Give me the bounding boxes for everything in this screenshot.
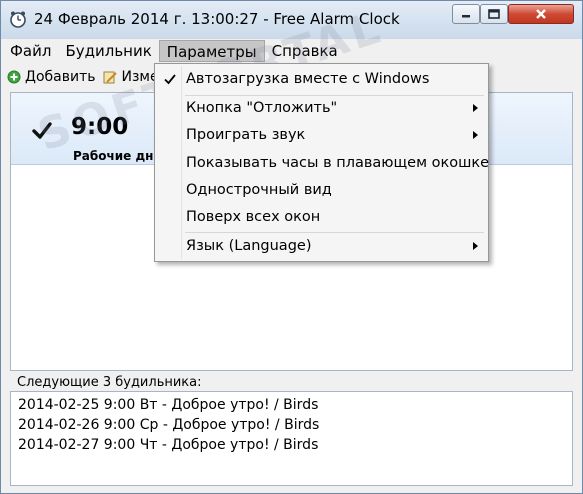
menu-file[interactable]: Файл [3, 40, 58, 62]
list-item: 2014-02-25 9:00 Вт - Доброе утро! / Bird… [18, 397, 319, 413]
alarm-days: Рабочие дни [73, 149, 162, 163]
edit-alarm-label: Изме [121, 68, 159, 85]
menu-item-always-on-top[interactable]: Поверх всех окон [157, 205, 486, 231]
menu-item-label: Поверх всех окон [186, 209, 321, 225]
menu-item-label: Автозагрузка вместе с Windows [186, 71, 430, 87]
title-bar[interactable]: 24 Февраль 2014 г. 13:00:27 - Free Alarm… [1, 1, 582, 39]
next-alarms-list: 2014-02-25 9:00 Вт - Доброе утро! / Bird… [10, 391, 573, 486]
menu-item-label: Кнопка "Отложить" [186, 100, 338, 116]
menu-item-floating-clock[interactable]: Показывать часы в плавающем окошке [157, 151, 490, 177]
menu-separator [185, 232, 484, 233]
menu-alarm[interactable]: Будильник [58, 40, 158, 62]
add-icon [7, 70, 21, 83]
menu-item-language[interactable]: Язык (Language) [157, 234, 486, 260]
checkmark-icon [164, 74, 176, 85]
menu-item-autostart[interactable]: Автозагрузка вместе с Windows [157, 67, 486, 93]
add-alarm-button[interactable]: Добавить [3, 66, 99, 88]
list-item: 2014-02-27 9:00 Чт - Доброе утро! / Bird… [18, 437, 319, 453]
submenu-arrow-icon [473, 104, 478, 112]
submenu-arrow-icon [473, 242, 478, 250]
alarm-clock-icon [10, 11, 26, 28]
menu-help[interactable]: Справка [265, 40, 345, 62]
settings-dropdown-menu: Автозагрузка вместе с Windows Кнопка "От… [154, 63, 489, 262]
menu-item-snooze-button[interactable]: Кнопка "Отложить" [157, 96, 486, 122]
list-item: 2014-02-26 9:00 Ср - Доброе утро! / Bird… [18, 417, 320, 433]
minimize-button[interactable] [452, 4, 480, 24]
menu-bar: Файл Будильник Параметры Справка [3, 39, 580, 63]
close-icon [536, 9, 546, 19]
menu-settings[interactable]: Параметры [158, 40, 265, 62]
submenu-arrow-icon [473, 131, 478, 139]
menu-item-play-sound[interactable]: Проиграть звук [157, 123, 486, 149]
menu-item-label: Однострочный вид [186, 182, 332, 198]
next-alarms-label: Следующие 3 будильника: [17, 375, 202, 390]
menu-item-single-line-view[interactable]: Однострочный вид [157, 178, 486, 204]
maximize-icon [488, 9, 500, 19]
alarm-time: 9:00 [71, 114, 129, 140]
add-alarm-label: Добавить [25, 68, 96, 85]
app-window: 24 Февраль 2014 г. 13:00:27 - Free Alarm… [0, 0, 583, 494]
menu-item-label: Проиграть звук [186, 127, 306, 143]
close-button[interactable] [508, 4, 574, 24]
maximize-button[interactable] [480, 4, 508, 24]
window-title: 24 Февраль 2014 г. 13:00:27 - Free Alarm… [34, 10, 400, 28]
menu-item-label: Показывать часы в плавающем окошке [186, 155, 490, 171]
menu-item-label: Язык (Language) [186, 238, 312, 254]
checkbox-checked-icon[interactable] [31, 120, 53, 142]
edit-icon [103, 71, 118, 83]
minimize-icon [462, 15, 470, 18]
